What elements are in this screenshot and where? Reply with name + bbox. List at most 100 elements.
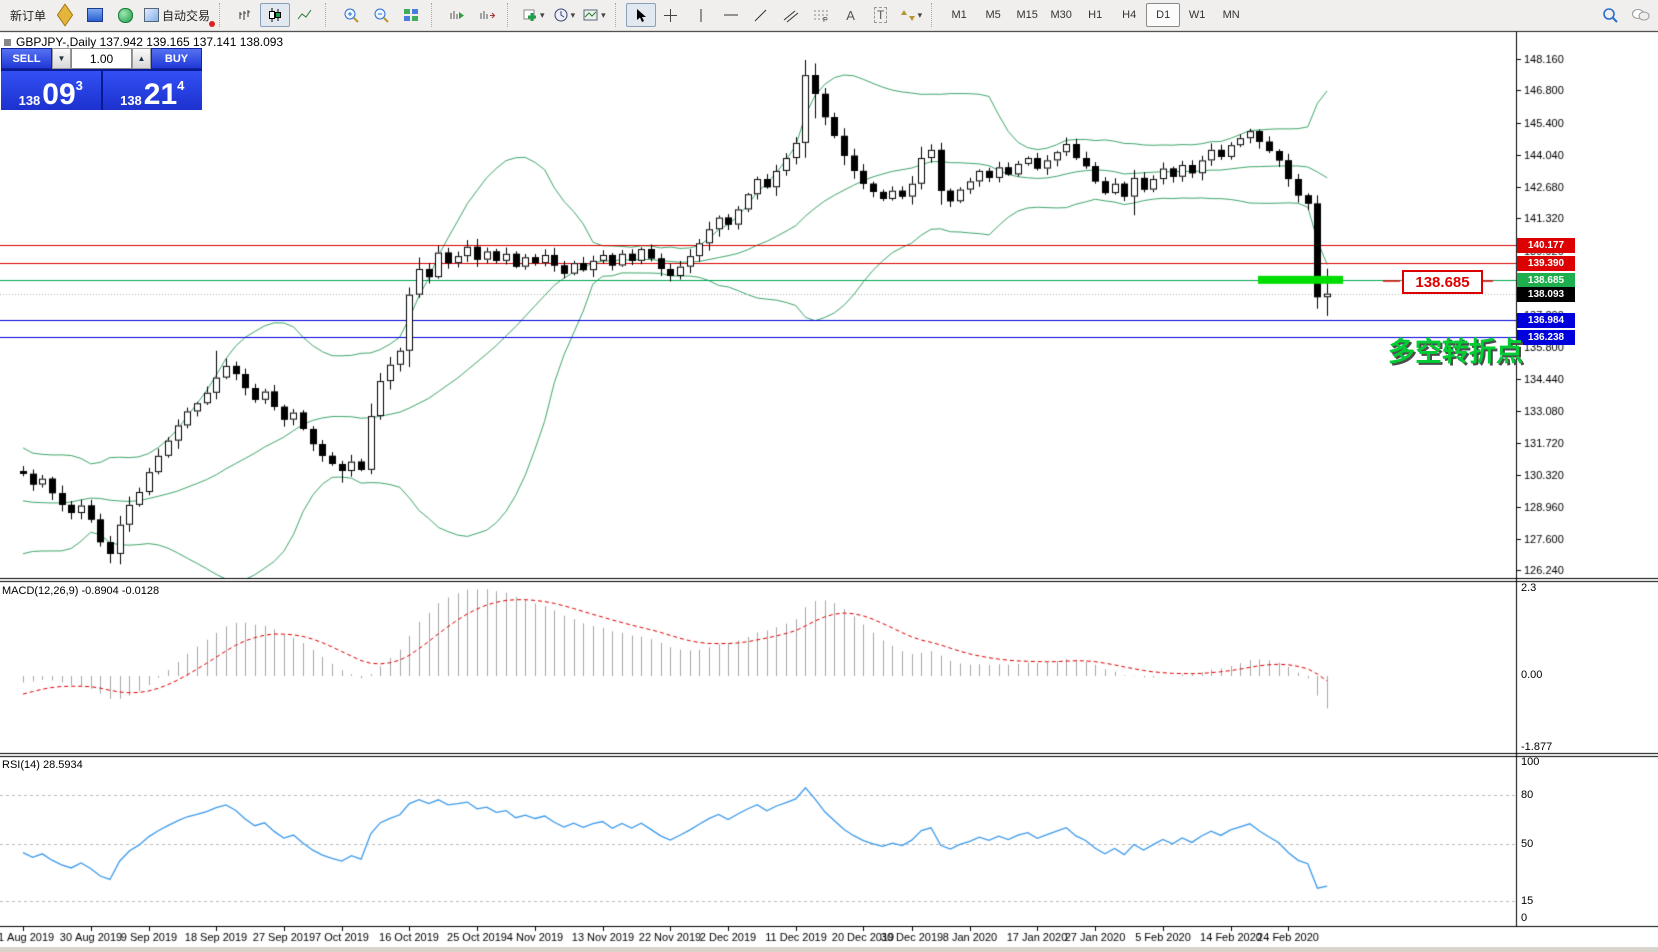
market-watch-icon xyxy=(87,8,104,22)
price-tag-139.390: 139.390 xyxy=(1517,256,1575,272)
market-watch-button[interactable] xyxy=(80,3,110,27)
buy-price-big: 21 xyxy=(143,77,178,111)
horizontal-line-icon xyxy=(723,14,738,16)
chevron-down-icon: ▾ xyxy=(601,9,606,20)
vertical-line-button[interactable] xyxy=(686,3,716,27)
timeframe-d1-button[interactable]: D1 xyxy=(1146,3,1181,27)
volume-field[interactable]: 1.00 xyxy=(71,48,132,69)
bar-chart-icon xyxy=(239,10,251,20)
templates-button[interactable]: ▾ xyxy=(579,3,610,27)
macd-axis-max: 2.3 xyxy=(1521,582,1537,594)
sell-price-big: 09 xyxy=(42,77,76,111)
chart-shift-button[interactable] xyxy=(472,3,502,27)
toolbar-separator xyxy=(431,3,437,27)
timeframe-w1-button[interactable]: W1 xyxy=(1180,3,1214,27)
timeframe-mn-button[interactable]: MN xyxy=(1214,3,1248,27)
timeframe-h4-button[interactable]: H4 xyxy=(1112,3,1146,27)
timeframe-m30-button[interactable]: M30 xyxy=(1044,3,1078,27)
sell-price-prefix: 138 xyxy=(18,93,41,108)
chevron-down-icon: ▾ xyxy=(570,9,576,20)
text-tool-button[interactable]: A xyxy=(836,3,866,27)
sell-button[interactable]: SELL xyxy=(1,48,52,69)
arrows-icon xyxy=(900,9,915,21)
chevron-down-icon: ▾ xyxy=(540,9,545,20)
new-order-label: 新订单 xyxy=(10,8,47,23)
auto-scroll-icon xyxy=(450,10,465,19)
rsi-pane-label: RSI(14) 28.5934 xyxy=(2,759,83,771)
macd-axis-zero: 0.00 xyxy=(1521,669,1543,681)
rsi-value: 28.5934 xyxy=(42,759,83,771)
text-label-icon: T xyxy=(873,7,888,23)
macd-values: -0.8904 -0.0128 xyxy=(81,585,160,597)
chat-button[interactable] xyxy=(1625,3,1655,27)
trendline-icon xyxy=(754,9,767,21)
cursor-button[interactable] xyxy=(625,3,656,27)
volume-increase-button[interactable]: ▲ xyxy=(132,48,151,69)
candlestick-chart-button[interactable] xyxy=(260,3,291,27)
fibonacci-button[interactable]: F xyxy=(806,3,836,27)
sell-price-display[interactable]: 138 09 3 xyxy=(1,71,101,110)
rsi-axis-50: 50 xyxy=(1521,838,1534,850)
chevron-down-icon: ▾ xyxy=(917,9,923,20)
search-button[interactable] xyxy=(1595,3,1625,27)
macd-name: MACD(12,26,9) xyxy=(2,585,79,597)
horizontal-line-button[interactable] xyxy=(716,3,746,27)
rsi-axis-15: 15 xyxy=(1521,895,1534,907)
timeframe-h1-button[interactable]: H1 xyxy=(1078,3,1112,27)
fibonacci-icon: F xyxy=(813,10,828,23)
arrows-tool-button[interactable]: ▾ xyxy=(896,3,927,27)
signals-icon xyxy=(117,7,133,23)
zoom-in-button[interactable] xyxy=(336,3,366,27)
bar-chart-button[interactable] xyxy=(230,3,260,27)
zoom-out-button[interactable] xyxy=(366,3,396,27)
rsi-name: RSI(14) xyxy=(2,759,40,771)
macd-pane-label: MACD(12,26,9) -0.8904 -0.0128 xyxy=(2,585,159,597)
sell-price-pip: 3 xyxy=(75,78,83,93)
trendline-button[interactable] xyxy=(746,3,776,27)
zoom-out-icon xyxy=(374,8,389,23)
one-click-trade-panel: SELL ▼ 1.00 ▲ BUY 138 09 3 138 21 4 xyxy=(1,48,202,110)
ohlc-values: 137.942 139.165 137.141 138.093 xyxy=(99,35,284,49)
candlestick-icon xyxy=(269,8,282,22)
autotrading-button[interactable]: 自动交易 xyxy=(140,3,216,27)
chart-title: GBPJPY-,Daily 137.942 139.165 137.141 13… xyxy=(4,35,283,49)
price-tag-136.238: 136.238 xyxy=(1517,329,1575,345)
crosshair-icon xyxy=(664,8,678,22)
autotrading-label: 自动交易 xyxy=(162,8,211,23)
volume-decrease-button[interactable]: ▼ xyxy=(52,48,71,69)
text-tool-icon: A xyxy=(846,7,855,23)
auto-scroll-button[interactable] xyxy=(442,3,472,27)
indicators-button[interactable]: ▾ xyxy=(518,3,549,27)
cursor-icon xyxy=(636,8,646,22)
buy-button[interactable]: BUY xyxy=(151,48,202,69)
rsi-axis-100: 100 xyxy=(1521,756,1540,768)
equidistant-channel-button[interactable] xyxy=(776,3,806,27)
symbol-period-label: GBPJPY-,Daily xyxy=(16,35,97,49)
timeframe-m1-button[interactable]: M1 xyxy=(942,3,976,27)
rsi-axis-80: 80 xyxy=(1521,789,1534,801)
signals-button[interactable] xyxy=(110,3,140,27)
turning-point-annotation[interactable]: 多空转折点 xyxy=(1388,330,1523,369)
periods-button[interactable]: ▾ xyxy=(549,3,580,27)
toolbar-separator xyxy=(614,3,621,27)
timeframe-m15-button[interactable]: M15 xyxy=(1010,3,1044,27)
buy-price-display[interactable]: 138 21 4 xyxy=(102,71,202,111)
new-chart-button[interactable] xyxy=(50,3,80,27)
price-tag-136.984: 136.984 xyxy=(1517,312,1575,328)
line-chart-button[interactable] xyxy=(290,3,320,27)
chat-icon xyxy=(1631,9,1649,21)
toolbar-separator xyxy=(931,3,937,27)
tile-windows-button[interactable] xyxy=(396,3,426,27)
clock-icon xyxy=(554,8,568,22)
crosshair-button[interactable] xyxy=(656,3,686,27)
price-chart-canvas[interactable] xyxy=(0,0,1658,952)
price-callout-138685[interactable]: 138.685 xyxy=(1402,270,1483,294)
text-label-tool-button[interactable]: T xyxy=(866,3,896,27)
new-order-button[interactable]: 新订单 xyxy=(3,3,50,27)
main-toolbar: 新订单 自动交易 ▾ ▾ ▾ F A T ▾ M1 M5 M15 M30 H1 … xyxy=(0,0,1658,31)
vertical-line-icon xyxy=(700,8,702,22)
autotrading-off-badge xyxy=(209,21,216,27)
search-icon xyxy=(1602,7,1618,23)
zoom-in-icon xyxy=(344,8,359,23)
timeframe-m5-button[interactable]: M5 xyxy=(976,3,1010,27)
